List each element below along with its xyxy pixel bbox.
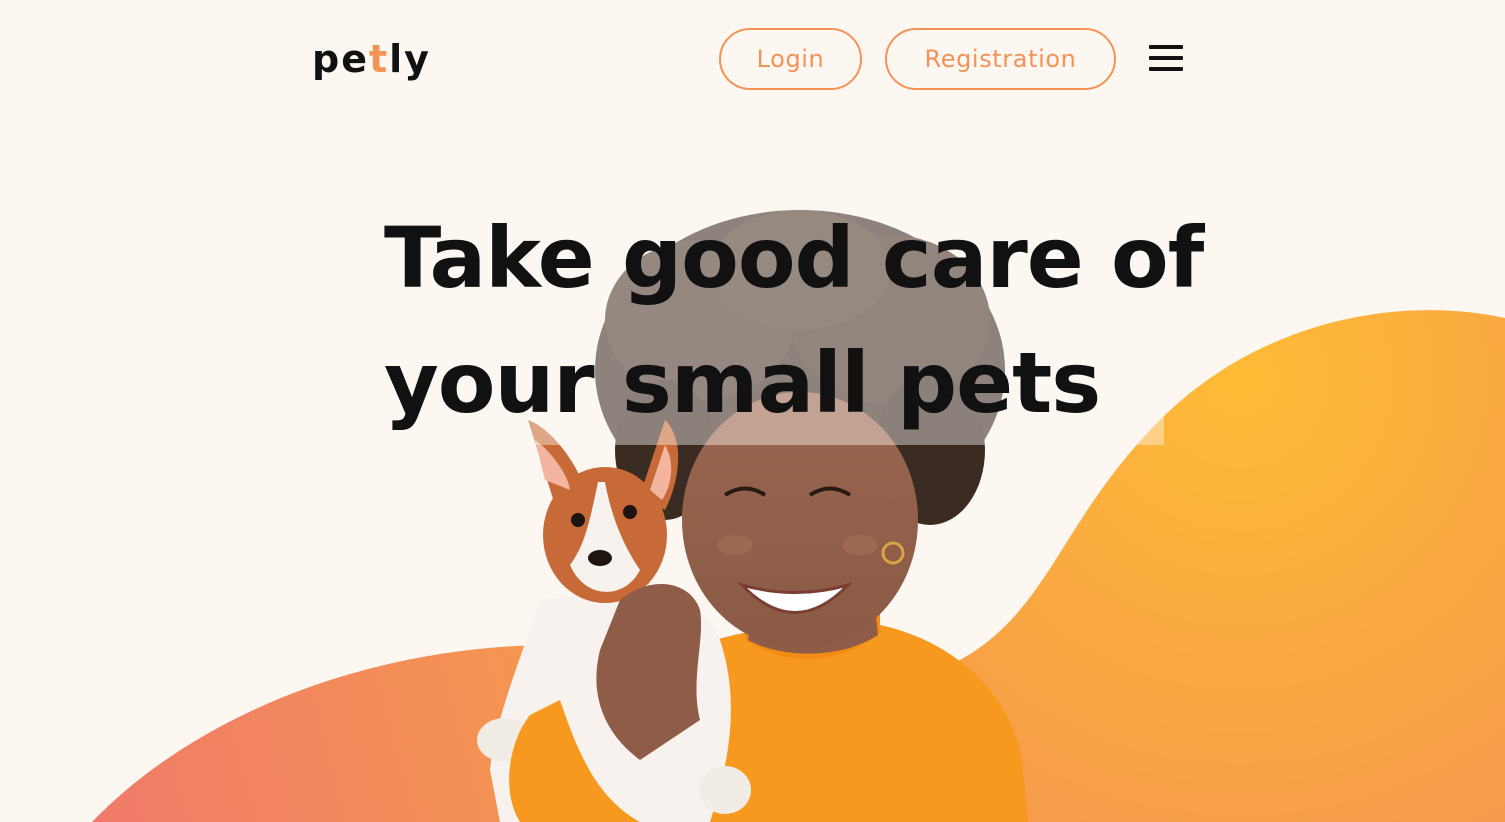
- registration-button[interactable]: Registration: [885, 28, 1116, 90]
- menu-line: [1149, 56, 1183, 60]
- menu-line: [1149, 67, 1183, 71]
- logo[interactable]: petly: [312, 33, 431, 85]
- menu-line: [1149, 45, 1183, 49]
- logo-text-start: pe: [312, 37, 369, 81]
- hero-title: Take good care of your small pets: [384, 196, 1204, 446]
- hero-title-line-1: Take good care of: [384, 209, 1204, 307]
- login-button[interactable]: Login: [719, 28, 862, 90]
- site-header: petly Login Registration: [0, 0, 1505, 120]
- logo-text-accent: t: [368, 37, 390, 81]
- logo-text-end: ly: [389, 37, 431, 81]
- hero-title-line-2: your small pets: [384, 334, 1101, 432]
- hamburger-menu-icon[interactable]: [1145, 40, 1187, 76]
